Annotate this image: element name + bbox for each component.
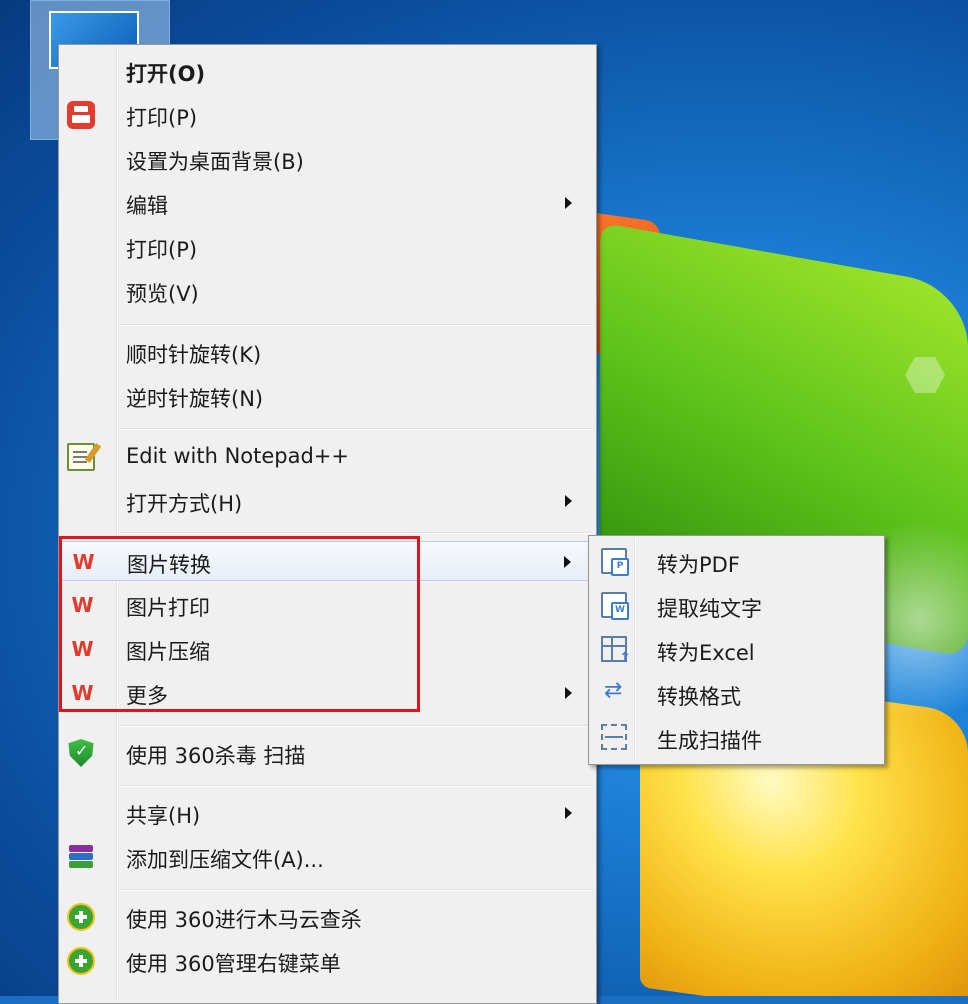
menu-item-360-trojan-cloud-scan[interactable]: 使用 360进行木马云查杀 [61, 897, 594, 937]
menu-item-image-convert[interactable]: W 图片转换 [61, 541, 594, 581]
submenu-arrow-icon [564, 556, 571, 568]
menu-item-label: 图片打印 [126, 596, 210, 620]
submenu-item-label: 提取纯文字 [657, 597, 762, 621]
submenu-item-convert-format[interactable]: 转换格式 [591, 672, 882, 716]
menu-item-label: 图片转换 [127, 553, 211, 577]
menu-item-label: 设置为桌面背景(B) [126, 150, 304, 174]
menu-item-share[interactable]: 共享(H) [61, 793, 594, 833]
submenu-arrow-icon [565, 687, 572, 699]
printer-icon [67, 101, 95, 129]
menu-item-edit-with-notepad[interactable]: Edit with Notepad++ [61, 437, 594, 477]
menu-item-label: 使用 360杀毒 扫描 [126, 744, 306, 768]
menu-item-edit[interactable]: 编辑 [61, 183, 594, 223]
submenu-item-label: 转为Excel [657, 641, 755, 665]
wps-icon: W [71, 681, 93, 705]
menu-item-label: 逆时针旋转(N) [126, 387, 264, 411]
menu-item-label: 打印(P) [126, 238, 198, 262]
convert-format-icon [601, 678, 627, 706]
menu-item-open[interactable]: 打开(O) [61, 51, 594, 91]
submenu-item-convert-excel[interactable]: 转为Excel [591, 628, 882, 672]
submenu-item-label: 转为PDF [657, 553, 740, 577]
menu-item-rotate-clockwise[interactable]: 顺时针旋转(K) [61, 332, 594, 372]
submenu-arrow-icon [565, 807, 572, 819]
menu-item-label: 顺时针旋转(K) [126, 343, 262, 367]
notepad-plus-plus-icon [67, 443, 95, 471]
menu-item-label: 编辑 [126, 194, 168, 218]
menu-item-label: 打印(P) [126, 106, 198, 130]
menu-item-label: 添加到压缩文件(A)... [126, 848, 324, 872]
submenu-item-label: 转换格式 [657, 685, 741, 709]
submenu-item-generate-scan[interactable]: 生成扫描件 [591, 716, 882, 760]
menu-item-add-to-archive[interactable]: 添加到压缩文件(A)... [61, 837, 594, 877]
360-plus-icon [67, 903, 95, 931]
menu-separator [119, 725, 592, 727]
convert-pdf-icon: P [601, 548, 629, 576]
submenu-item-convert-pdf[interactable]: P 转为PDF [591, 540, 882, 584]
menu-item-image-compress[interactable]: W 图片压缩 [61, 629, 594, 669]
menu-separator [119, 428, 592, 430]
menu-item-label: 图片压缩 [126, 640, 210, 664]
submenu-item-label: 生成扫描件 [657, 729, 762, 753]
winrar-icon [67, 843, 95, 871]
menu-item-label: 使用 360进行木马云查杀 [126, 908, 362, 932]
360-plus-icon [67, 947, 95, 975]
convert-excel-icon [601, 636, 631, 666]
menu-separator [119, 889, 592, 891]
menu-item-rotate-counterclockwise[interactable]: 逆时针旋转(N) [61, 376, 594, 416]
menu-item-label: 打开(O) [126, 62, 206, 86]
menu-item-open-with[interactable]: 打开方式(H) [61, 481, 594, 521]
menu-item-360-antivirus-scan[interactable]: 使用 360杀毒 扫描 [61, 733, 594, 773]
menu-separator [119, 785, 592, 787]
menu-item-label: 预览(V) [126, 282, 199, 306]
submenu-arrow-icon [565, 197, 572, 209]
menu-separator [119, 532, 592, 534]
menu-item-more[interactable]: W 更多 [61, 673, 594, 713]
menu-item-label: Edit with Notepad++ [126, 444, 350, 468]
submenu-item-extract-text[interactable]: W 提取纯文字 [591, 584, 882, 628]
image-convert-submenu: P 转为PDF W 提取纯文字 转为Excel 转换格式 生成扫描件 [588, 535, 885, 765]
menu-item-label: 共享(H) [126, 804, 201, 828]
menu-item-label: 更多 [126, 684, 168, 708]
menu-item-print[interactable]: 打印(P) [61, 227, 594, 267]
menu-item-image-print[interactable]: W 图片打印 [61, 585, 594, 625]
menu-item-label: 使用 360管理右键菜单 [126, 952, 341, 976]
menu-separator [119, 324, 592, 326]
menu-item-print-wps[interactable]: 打印(P) [61, 95, 594, 135]
wps-icon: W [71, 637, 93, 661]
menu-item-set-desktop-background[interactable]: 设置为桌面背景(B) [61, 139, 594, 179]
context-menu: 打开(O) 打印(P) 设置为桌面背景(B) 编辑 打印(P) 预览(V) 顺时… [58, 44, 597, 1004]
menu-item-label: 打开方式(H) [126, 492, 243, 516]
extract-text-icon: W [601, 592, 629, 620]
menu-item-360-manage-context-menu[interactable]: 使用 360管理右键菜单 [61, 941, 594, 981]
submenu-arrow-icon [565, 495, 572, 507]
wps-icon: W [72, 550, 94, 574]
scan-icon [601, 724, 627, 750]
shield-icon [68, 739, 94, 767]
wps-icon: W [71, 593, 93, 617]
menu-item-preview[interactable]: 预览(V) [61, 271, 594, 311]
